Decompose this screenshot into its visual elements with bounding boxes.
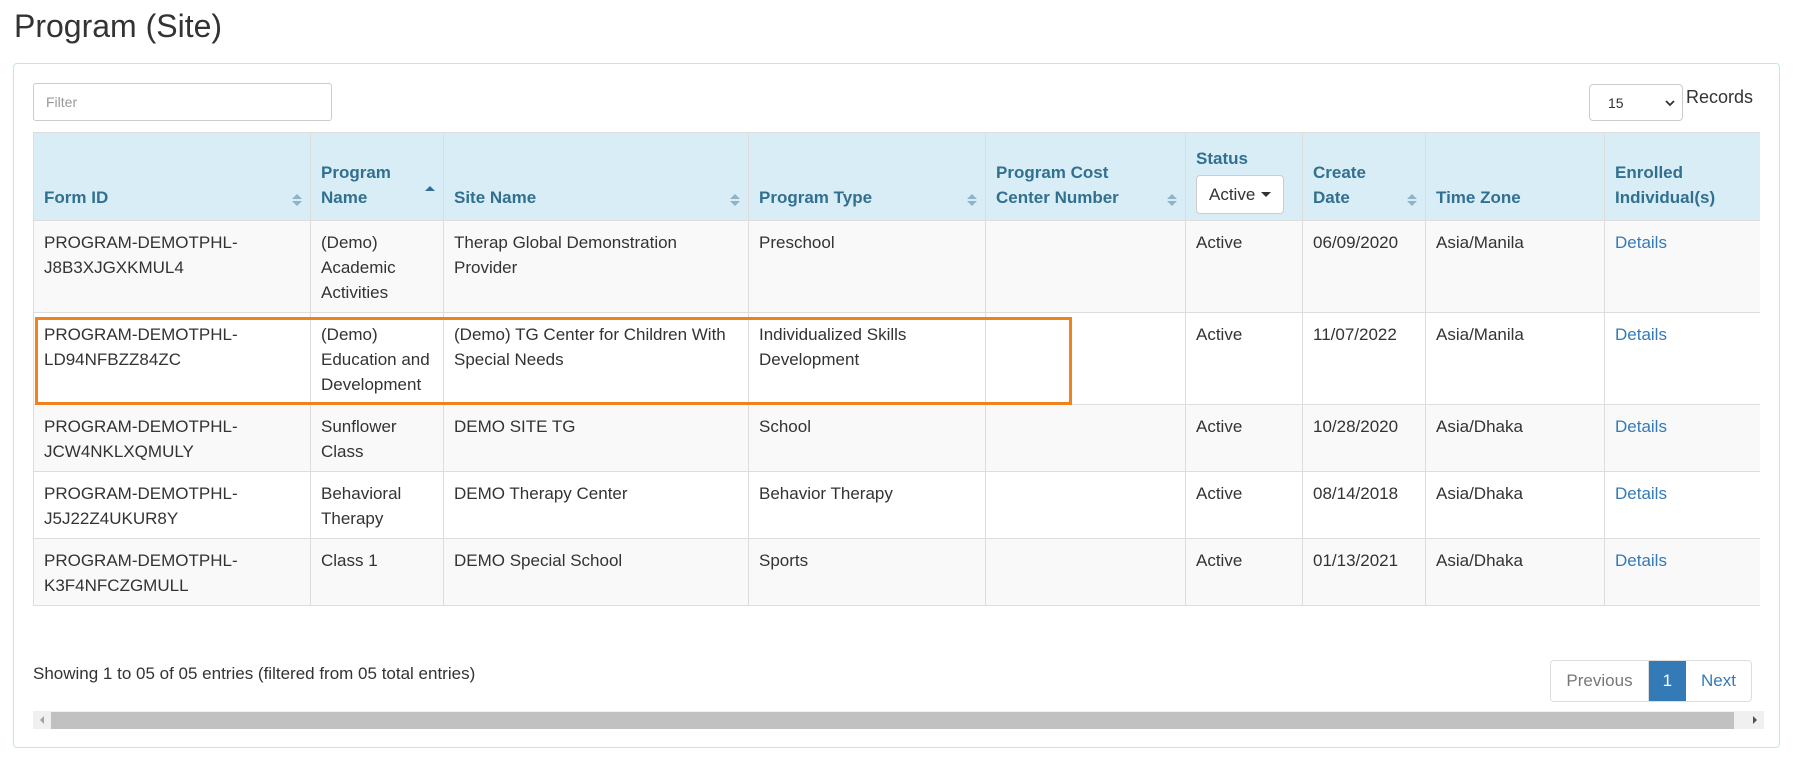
cell-create-date: 06/09/2020: [1302, 220, 1426, 313]
cell-form-id: PROGRAM-DEMOTPHL-JCW4NKLXQMULY: [33, 404, 311, 472]
cell-time-zone: Asia/Dhaka: [1425, 471, 1605, 539]
table-info: Showing 1 to 05 of 05 entries (filtered …: [33, 664, 476, 683]
filter-input[interactable]: [33, 83, 332, 121]
cell-site-name: DEMO Therapy Center: [443, 471, 749, 539]
cell-program-name: (Demo) Education and Development: [310, 312, 444, 405]
cell-create-date: 11/07/2022: [1302, 312, 1426, 405]
cell-create-date: 10/28/2020: [1302, 404, 1426, 472]
pagination: Previous 1 Next: [1550, 660, 1752, 702]
cell-program-name: Sunflower Class: [310, 404, 444, 472]
cell-program-name: Behavioral Therapy: [310, 471, 444, 539]
scrollbar-thumb[interactable]: [51, 711, 1734, 729]
cell-program-name: Class 1: [310, 538, 444, 606]
cell-program-type: Individualized Skills Development: [748, 312, 986, 405]
records-select-value: 15: [1607, 94, 1624, 111]
sort-both-icon: [1407, 192, 1417, 208]
records-label: Records: [1685, 87, 1753, 107]
scroll-right-icon[interactable]: [1746, 711, 1764, 729]
cell-form-id: PROGRAM-DEMOTPHL-K3F4NFCZGMULL: [33, 538, 311, 606]
details-link[interactable]: Details: [1615, 325, 1667, 344]
cell-status: Active: [1185, 220, 1303, 313]
column-header-program-type[interactable]: Program Type: [748, 132, 986, 221]
column-header-time-zone: Time Zone: [1425, 132, 1605, 221]
cell-program-type: Sports: [748, 538, 986, 606]
cell-cost-center: [985, 404, 1186, 472]
table-row: PROGRAM-DEMOTPHL-J5J22Z4UKUR8Y Behavioral…: [33, 471, 1760, 539]
details-link[interactable]: Details: [1615, 551, 1667, 570]
cell-create-date: 08/14/2018: [1302, 471, 1426, 539]
cell-status: Active: [1185, 404, 1303, 472]
column-header-program-name[interactable]: Program Name: [310, 132, 444, 221]
page-1-button[interactable]: 1: [1648, 661, 1687, 701]
column-header-form-id[interactable]: Form ID: [33, 132, 311, 221]
cell-time-zone: Asia/Dhaka: [1425, 538, 1605, 606]
cell-create-date: 01/13/2021: [1302, 538, 1426, 606]
column-header-site-name[interactable]: Site Name: [443, 132, 749, 221]
sort-both-icon: [967, 192, 977, 208]
table-row: PROGRAM-DEMOTPHL-JCW4NKLXQMULY Sunflower …: [33, 404, 1760, 472]
cell-cost-center: [985, 220, 1186, 313]
cell-program-type: Behavior Therapy: [748, 471, 986, 539]
cell-form-id: PROGRAM-DEMOTPHL-J8B3XJGXKMUL4: [33, 220, 311, 313]
records-per-page: 15 Records: [1588, 84, 1753, 121]
cell-enrolled: Details: [1604, 538, 1760, 606]
cell-status: Active: [1185, 312, 1303, 405]
cell-program-type: School: [748, 404, 986, 472]
column-header-status: Status Active: [1185, 132, 1303, 221]
details-link[interactable]: Details: [1615, 233, 1667, 252]
cell-time-zone: Asia/Manila: [1425, 220, 1605, 313]
cell-enrolled: Details: [1604, 471, 1760, 539]
records-select[interactable]: 15: [1588, 84, 1683, 121]
sort-both-icon: [730, 192, 740, 208]
column-header-enrolled: Enrolled Individual(s): [1604, 132, 1760, 221]
cell-site-name: DEMO SITE TG: [443, 404, 749, 472]
cell-program-type: Preschool: [748, 220, 986, 313]
table-row: PROGRAM-DEMOTPHL-J8B3XJGXKMUL4 (Demo) Aca…: [33, 220, 1760, 313]
cell-site-name: Therap Global Demonstration Provider: [443, 220, 749, 313]
cell-cost-center: [985, 538, 1186, 606]
chevron-down-icon: [1658, 96, 1682, 110]
table-row: PROGRAM-DEMOTPHL-K3F4NFCZGMULL Class 1 DEM…: [33, 538, 1760, 606]
next-page-button[interactable]: Next: [1686, 661, 1751, 701]
cell-status: Active: [1185, 471, 1303, 539]
horizontal-scrollbar[interactable]: [33, 711, 1764, 729]
cell-cost-center: [985, 471, 1186, 539]
table-header-row: Form ID Program Name Site Name Program T…: [33, 132, 1760, 221]
caret-down-icon: [1261, 192, 1272, 197]
scroll-left-icon[interactable]: [33, 711, 51, 729]
table-row-highlighted: PROGRAM-DEMOTPHL-LD94NFBZZ84ZC (Demo) Edu…: [33, 312, 1760, 405]
table-container: Form ID Program Name Site Name Program T…: [33, 132, 1760, 606]
cell-site-name: (Demo) TG Center for Children With Speci…: [443, 312, 749, 405]
details-link[interactable]: Details: [1615, 417, 1667, 436]
cell-form-id: PROGRAM-DEMOTPHL-LD94NFBZZ84ZC: [33, 312, 311, 405]
cell-enrolled: Details: [1604, 220, 1760, 313]
sort-both-icon: [292, 192, 302, 208]
details-link[interactable]: Details: [1615, 484, 1667, 503]
sort-asc-icon: [425, 184, 435, 200]
cell-status: Active: [1185, 538, 1303, 606]
cell-enrolled: Details: [1604, 312, 1760, 405]
programs-table: Form ID Program Name Site Name Program T…: [33, 132, 1760, 606]
column-header-create-date[interactable]: Create Date: [1302, 132, 1426, 221]
column-header-cost-center[interactable]: Program Cost Center Number: [985, 132, 1186, 221]
cell-program-name: (Demo) Academic Activities: [310, 220, 444, 313]
sort-both-icon: [1167, 192, 1177, 208]
cell-cost-center: [985, 312, 1186, 405]
page-title: Program (Site): [14, 8, 223, 44]
cell-time-zone: Asia/Manila: [1425, 312, 1605, 405]
cell-site-name: DEMO Special School: [443, 538, 749, 606]
previous-page-button[interactable]: Previous: [1551, 661, 1649, 701]
cell-form-id: PROGRAM-DEMOTPHL-J5J22Z4UKUR8Y: [33, 471, 311, 539]
program-panel: 15 Records Form ID Program Na: [13, 63, 1780, 748]
status-filter-dropdown[interactable]: Active: [1196, 175, 1285, 214]
cell-enrolled: Details: [1604, 404, 1760, 472]
cell-time-zone: Asia/Dhaka: [1425, 404, 1605, 472]
